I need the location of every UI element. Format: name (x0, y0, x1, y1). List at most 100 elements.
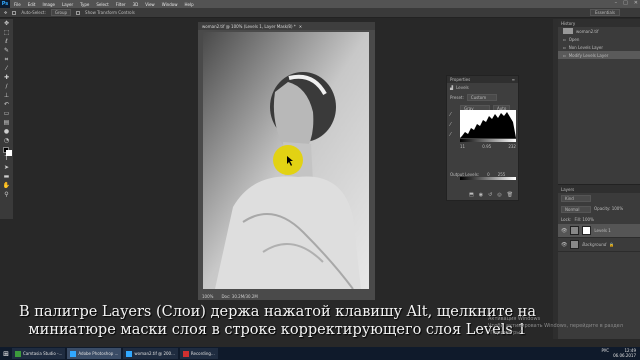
input-gradient-slider[interactable] (460, 139, 516, 142)
adjustment-thumbnail[interactable] (570, 226, 580, 235)
menu-layer[interactable]: Layer (62, 2, 73, 7)
blend-mode-dropdown[interactable]: Normal (561, 206, 591, 213)
layer-thumbnail[interactable] (570, 240, 580, 249)
zoom-level[interactable]: 100% (202, 294, 213, 299)
eye-icon[interactable]: 👁 (561, 228, 567, 234)
history-brush-icon[interactable]: ↶ (0, 100, 13, 109)
hand-icon[interactable]: ✋ (0, 181, 13, 190)
snapshot-thumbnail (563, 28, 573, 34)
black-point-eyedropper-icon[interactable]: ⁄ (450, 112, 451, 118)
taskbar-item-label: woman2.tif @ 200... (134, 351, 175, 356)
input-white-value[interactable]: 232 (508, 144, 516, 149)
kind-filter-dropdown[interactable]: Kind (561, 195, 591, 202)
taskbar-item-camtasia[interactable]: Camtasia Studio -... (12, 348, 66, 359)
delete-icon[interactable]: 🗑 (507, 192, 513, 198)
gradient-icon[interactable]: ▤ (0, 118, 13, 127)
shape-icon[interactable]: ▬ (0, 172, 13, 181)
view-previous-icon[interactable]: ◉ (479, 192, 483, 198)
tab-close-icon[interactable]: ✕ (299, 24, 302, 29)
input-black-value[interactable]: 11 (460, 144, 465, 149)
document-window: woman2.tif @ 100% (Levels 1, Layer Mask/… (198, 22, 375, 300)
eraser-icon[interactable]: ▭ (0, 109, 13, 118)
preset-dropdown[interactable]: Custom (466, 94, 497, 101)
subtitle-line-1: В палитре Layers (Слои) держа нажатой кл… (18, 304, 536, 320)
move-tool-icon[interactable]: ✥ (4, 10, 7, 15)
menu-filter[interactable]: Filter (116, 2, 126, 7)
dodge-icon[interactable]: ◔ (0, 136, 13, 145)
history-item[interactable]: ▫ Non Levels Layer (558, 43, 640, 51)
eyedropper-icon[interactable]: ⁄ (0, 64, 13, 73)
properties-header[interactable]: Properties ≡ (447, 76, 518, 83)
menu-select[interactable]: Select (96, 2, 108, 7)
workspace-dropdown[interactable]: Essentials (589, 9, 620, 16)
lasso-icon[interactable]: ℓ (0, 37, 13, 46)
taskbar-item-recording[interactable]: Recording... (179, 348, 218, 359)
photoshop-screen: Ps File Edit Image Layer Type Select Fil… (0, 0, 640, 360)
show-transform-checkbox[interactable] (76, 10, 81, 15)
clock[interactable]: 12:49 06.06.2017 (613, 348, 636, 358)
taskbar-item-label: Camtasia Studio -... (23, 351, 63, 356)
history-item-label: Non Levels Layer (568, 44, 604, 50)
healing-icon[interactable]: ✚ (0, 73, 13, 82)
crop-icon[interactable]: ⌗ (0, 55, 13, 64)
history-tab[interactable]: History (558, 19, 640, 27)
move-icon[interactable]: ✥ (0, 19, 13, 28)
photoshop-logo-icon[interactable]: Ps (0, 0, 10, 8)
layer-row-background[interactable]: 👁 Background 🔒 (558, 238, 640, 252)
zoom-icon[interactable]: ⚲ (0, 190, 13, 199)
lock-label: Lock: (561, 217, 572, 222)
gray-point-eyedropper-icon[interactable]: ⁄ (450, 122, 451, 128)
stamp-icon[interactable]: ⊥ (0, 91, 13, 100)
histogram (460, 110, 516, 138)
quick-select-icon[interactable]: ✎ (0, 46, 13, 55)
blur-icon[interactable]: ● (0, 127, 13, 136)
visibility-icon[interactable]: ◎ (497, 192, 501, 198)
history-item[interactable]: ▫ Open (558, 35, 640, 43)
background-color-swatch[interactable] (6, 150, 12, 156)
image-canvas[interactable] (203, 32, 369, 289)
auto-select-checkbox[interactable] (12, 10, 17, 15)
photoshop-icon (70, 350, 77, 357)
auto-select-dropdown[interactable]: Group (50, 9, 72, 16)
output-gradient-slider[interactable] (460, 177, 516, 180)
marquee-icon[interactable]: ⬚ (0, 28, 13, 37)
panel-menu-icon[interactable]: ≡ (512, 77, 515, 82)
menu-edit[interactable]: Edit (28, 2, 36, 7)
minimize-icon[interactable]: – (615, 0, 618, 6)
layers-tab[interactable]: Layers (558, 185, 640, 193)
preset-row: Preset: Custom (447, 92, 518, 103)
language-indicator[interactable]: РУС (601, 348, 609, 358)
history-item-active[interactable]: ▫ Modify Levels Layer (558, 51, 640, 59)
layer-name: Levels 1 (594, 228, 611, 233)
properties-panel: Properties ≡ ▟ Levels Preset: Custom Gra… (446, 75, 519, 201)
clip-to-layer-icon[interactable]: ⬒ (469, 192, 474, 198)
menu-file[interactable]: File (14, 2, 21, 7)
brush-icon[interactable]: ∕ (0, 82, 13, 91)
layer-row-levels[interactable]: 👁 Levels 1 (558, 224, 640, 238)
path-select-icon[interactable]: ➤ (0, 163, 13, 172)
options-bar: ✥ Auto-Select: Group Show Transform Cont… (0, 8, 640, 18)
white-point-eyedropper-icon[interactable]: ⁄ (450, 132, 451, 138)
start-icon[interactable]: ⊞ (0, 347, 12, 360)
menu-window[interactable]: Window (162, 2, 178, 7)
maximize-icon[interactable]: □ (623, 0, 628, 6)
close-icon[interactable]: ✕ (634, 0, 638, 6)
document-tab[interactable]: woman2.tif @ 100% (Levels 1, Layer Mask/… (198, 22, 375, 30)
menu-image[interactable]: Image (42, 2, 55, 7)
menu-type[interactable]: Type (80, 2, 89, 7)
history-state-icon: ▫ (563, 36, 566, 42)
menu-view[interactable]: View (145, 2, 155, 7)
taskbar-item-document[interactable]: woman2.tif @ 200... (123, 348, 178, 359)
input-gamma-value[interactable]: 0.95 (482, 144, 491, 149)
menu-3d[interactable]: 3D (133, 2, 139, 7)
eye-icon[interactable]: 👁 (561, 242, 567, 248)
reset-icon[interactable]: ↺ (488, 192, 492, 198)
opacity-control[interactable]: Opacity: 100% (594, 206, 623, 213)
fill-control[interactable]: Fill: 100% (574, 217, 593, 222)
menu-help[interactable]: Help (184, 2, 193, 7)
taskbar-item-photoshop[interactable]: Adobe Photoshop ... (67, 348, 122, 359)
taskbar: ⊞ Camtasia Studio -... Adobe Photoshop .… (0, 347, 640, 360)
document-title: woman2.tif @ 100% (Levels 1, Layer Mask/… (202, 23, 296, 29)
layer-mask-thumbnail[interactable] (582, 226, 592, 235)
history-snapshot[interactable]: woman2.tif (558, 27, 640, 35)
